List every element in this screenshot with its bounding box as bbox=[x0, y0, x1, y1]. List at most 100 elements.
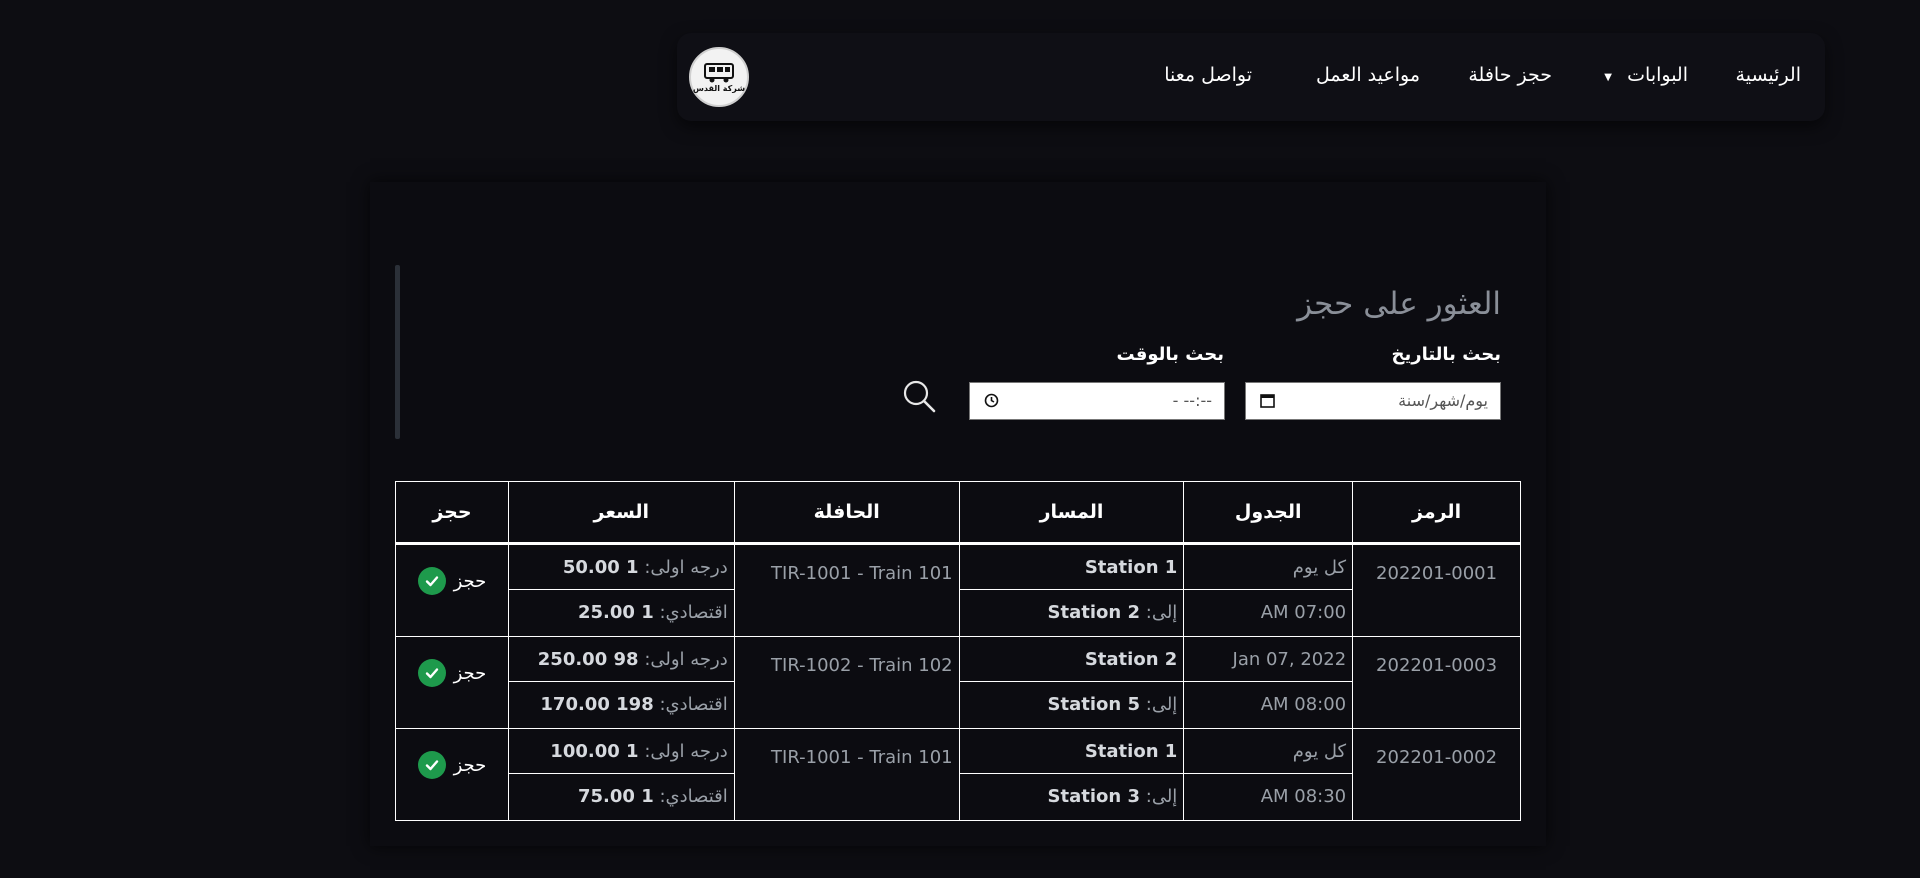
schedule-date: Jan 07, 2022 bbox=[1184, 637, 1353, 682]
book-cell: حجز bbox=[395, 636, 509, 729]
book-cell: حجز bbox=[395, 728, 509, 821]
route-from: Station 1 bbox=[959, 729, 1184, 774]
schedule-date: كل يوم bbox=[1184, 729, 1353, 774]
economy-prefix: اقتصادي: bbox=[659, 694, 728, 715]
nav-home[interactable]: الرئيسية bbox=[1736, 64, 1801, 86]
economy-prefix: اقتصادي: bbox=[659, 786, 728, 807]
check-circle-icon bbox=[417, 659, 446, 687]
route-cell: Station 2 إلى: Station 5 bbox=[958, 636, 1185, 729]
route-to-line: إلى: Station 5 bbox=[960, 682, 1184, 727]
route-cell: Station 1 إلى: Station 3 bbox=[958, 728, 1185, 821]
book-label: حجز bbox=[453, 754, 487, 776]
search-icon bbox=[903, 380, 936, 413]
nav-contact-us[interactable]: تواصل معنا bbox=[1164, 64, 1252, 86]
date-search-label: بحث بالتاريخ bbox=[1391, 344, 1501, 365]
company-logo[interactable]: شركة القدس bbox=[689, 47, 749, 107]
first-class-line: درجه اولى: 1 50.00 bbox=[508, 545, 734, 590]
table-row: 202201-0003 Jan 07, 2022 08:00 AM Statio… bbox=[395, 636, 1521, 729]
first-class-prefix: درجه اولى: bbox=[644, 648, 728, 670]
route-from: Station 2 bbox=[959, 637, 1184, 682]
clock-icon[interactable] bbox=[984, 393, 999, 408]
economy-line: اقتصادي: 198 170.00 bbox=[509, 682, 734, 727]
date-search-input[interactable]: يوم/شهر/سنة bbox=[1245, 382, 1501, 420]
price-cell: درجه اولى: 98 250.00 اقتصادي: 198 170.00 bbox=[507, 636, 735, 729]
economy-line: اقتصادي: 1 25.00 bbox=[509, 590, 734, 635]
first-class-price: 98 250.00 bbox=[537, 648, 639, 670]
book-button[interactable]: حجز bbox=[396, 637, 508, 687]
price-cell: درجه اولى: 1 50.00 اقتصادي: 1 25.00 bbox=[507, 543, 735, 637]
first-class-price: 1 100.00 bbox=[550, 740, 639, 762]
economy-price: 1 25.00 bbox=[577, 602, 654, 623]
first-class-line: درجه اولى: 1 100.00 bbox=[508, 729, 734, 774]
check-circle-icon bbox=[417, 567, 446, 595]
bus-cell: TIR-1002 - Train 102 bbox=[733, 636, 960, 729]
bus-cell: TIR-1001 - Train 101 bbox=[733, 728, 960, 821]
bus-name: TIR-1002 - Train 102 bbox=[771, 655, 953, 676]
code-cell: 202201-0001 bbox=[1352, 543, 1521, 637]
header-code: الرمز bbox=[1352, 481, 1521, 545]
bus-name: TIR-1001 - Train 101 bbox=[771, 747, 953, 768]
header-route: المسار bbox=[958, 481, 1185, 545]
time-search-label: بحث بالوقت bbox=[1116, 344, 1224, 365]
route-to-line: إلى: Station 3 bbox=[960, 774, 1184, 819]
book-label: حجز bbox=[453, 662, 487, 684]
search-button[interactable] bbox=[900, 377, 940, 417]
route-to: Station 3 bbox=[1047, 786, 1141, 807]
route-to: Station 2 bbox=[1047, 602, 1141, 623]
book-button[interactable]: حجز bbox=[396, 729, 508, 779]
header-price: السعر bbox=[507, 481, 735, 545]
schedule-table: الرمز الجدول المسار الحافلة السعر حجز 20… bbox=[395, 481, 1521, 821]
top-navbar: شركة القدس الرئيسية البوابات ▼ حجز حافلة… bbox=[677, 33, 1825, 121]
schedule-time: 08:30 AM bbox=[1260, 786, 1347, 807]
to-prefix: إلى: bbox=[1145, 602, 1178, 623]
book-button[interactable]: حجز bbox=[396, 545, 508, 595]
booking-code: 202201-0003 bbox=[1376, 655, 1498, 676]
chevron-down-icon[interactable]: ▼ bbox=[1604, 72, 1612, 83]
date-placeholder: يوم/شهر/سنة bbox=[1398, 391, 1488, 410]
schedule-time: 08:00 AM bbox=[1260, 694, 1347, 715]
schedule-cell: كل يوم 08:30 AM bbox=[1183, 728, 1354, 821]
first-class-price: 1 50.00 bbox=[562, 556, 639, 578]
route-to-line: إلى: Station 2 bbox=[960, 590, 1184, 635]
nav-bus-booking[interactable]: حجز حافلة bbox=[1468, 64, 1552, 86]
code-cell: 202201-0003 bbox=[1352, 636, 1521, 729]
schedule-cell: Jan 07, 2022 08:00 AM bbox=[1183, 636, 1354, 729]
header-book: حجز bbox=[395, 481, 509, 545]
header-schedule: الجدول bbox=[1183, 481, 1354, 545]
bus-cell: TIR-1001 - Train 101 bbox=[733, 543, 960, 637]
first-class-prefix: درجه اولى: bbox=[644, 556, 728, 578]
bus-logo-icon bbox=[704, 63, 734, 83]
first-class-prefix: درجه اولى: bbox=[644, 740, 728, 762]
nav-portals[interactable]: البوابات bbox=[1627, 64, 1688, 86]
code-cell: 202201-0002 bbox=[1352, 728, 1521, 821]
table-header-row: الرمز الجدول المسار الحافلة السعر حجز bbox=[395, 481, 1521, 545]
time-placeholder: --:-- - bbox=[1172, 391, 1212, 410]
economy-prefix: اقتصادي: bbox=[659, 602, 728, 623]
economy-line: اقتصادي: 1 75.00 bbox=[509, 774, 734, 819]
table-row: 202201-0002 كل يوم 08:30 AM Station 1 إل… bbox=[395, 728, 1521, 821]
check-circle-icon bbox=[417, 751, 446, 779]
schedule-time: 07:00 AM bbox=[1260, 602, 1347, 623]
to-prefix: إلى: bbox=[1145, 694, 1178, 715]
bus-name: TIR-1001 - Train 101 bbox=[771, 563, 953, 584]
economy-price: 1 75.00 bbox=[577, 786, 654, 807]
search-accent-bar bbox=[395, 265, 400, 439]
booking-code: 202201-0002 bbox=[1376, 747, 1498, 768]
time-search-input[interactable]: --:-- - bbox=[969, 382, 1225, 420]
booking-card: العثور على حجز بحث بالتاريخ يوم/شهر/سنة … bbox=[370, 182, 1546, 846]
economy-price: 198 170.00 bbox=[540, 694, 654, 715]
search-title: العثور على حجز bbox=[1297, 286, 1501, 322]
schedule-cell: كل يوم 07:00 AM bbox=[1183, 543, 1354, 637]
calendar-icon[interactable] bbox=[1260, 393, 1275, 408]
route-cell: Station 1 إلى: Station 2 bbox=[958, 543, 1185, 637]
book-cell: حجز bbox=[395, 543, 509, 637]
booking-code: 202201-0001 bbox=[1376, 563, 1498, 584]
book-label: حجز bbox=[453, 570, 487, 592]
price-cell: درجه اولى: 1 100.00 اقتصادي: 1 75.00 bbox=[507, 728, 735, 821]
table-row: 202201-0001 كل يوم 07:00 AM Station 1 إل… bbox=[395, 543, 1521, 637]
route-to: Station 5 bbox=[1047, 694, 1141, 715]
first-class-line: درجه اولى: 98 250.00 bbox=[508, 637, 734, 682]
route-from: Station 1 bbox=[959, 545, 1184, 590]
to-prefix: إلى: bbox=[1145, 786, 1178, 807]
nav-working-hours[interactable]: مواعيد العمل bbox=[1316, 64, 1420, 86]
